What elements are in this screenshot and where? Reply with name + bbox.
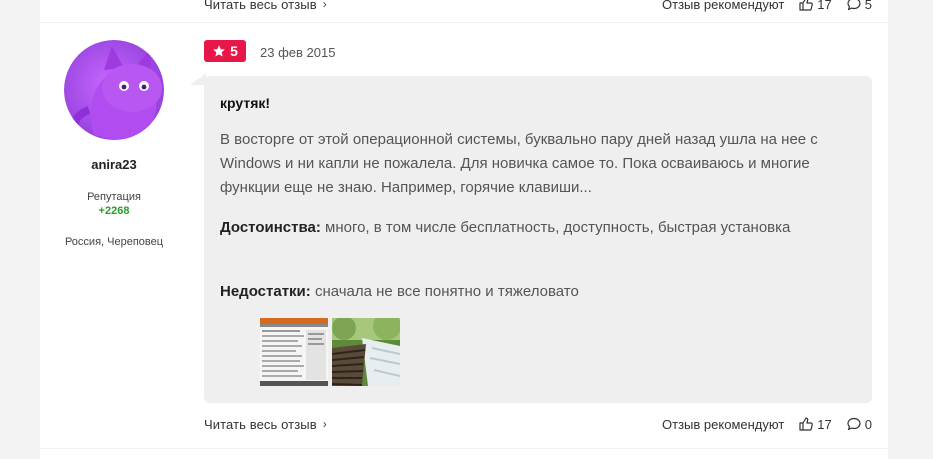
chevron-right-icon: ›	[322, 417, 327, 431]
read-more-link[interactable]: Читать весь отзыв ›	[204, 417, 327, 432]
review-body: крутяк! В восторге от этой операционной …	[204, 76, 872, 403]
avatar[interactable]	[64, 40, 164, 140]
footer-stats: Отзыв рекомендуют 17 0	[662, 416, 872, 432]
review-text: В восторге от этой операционной системы,…	[220, 131, 818, 196]
reputation-label: Репутация	[87, 191, 141, 203]
comment-icon	[847, 417, 861, 431]
cat-avatar-image	[64, 40, 164, 140]
prev-recommend-label: Отзыв рекомендуют	[662, 0, 785, 12]
prev-read-more-label: Читать весь отзыв	[204, 0, 317, 12]
pros-label: Достоинства:	[220, 219, 321, 236]
recommend-label: Отзыв рекомендуют	[662, 416, 785, 432]
star-icon	[213, 45, 225, 57]
cons-text: сначала не все понятно и тяжеловато	[314, 283, 579, 300]
comment-icon	[847, 0, 861, 11]
prev-likes-button[interactable]: 17	[798, 0, 832, 12]
prev-comments-button[interactable]: 5	[846, 0, 872, 12]
review-date: 23 фев 2015	[260, 45, 336, 60]
likes-button[interactable]: 17	[798, 416, 832, 432]
previous-review-footer: Читать весь отзыв › Отзыв рекомендуют 17…	[204, 0, 872, 14]
prev-comments-count: 5	[864, 0, 872, 12]
comments-button[interactable]: 0	[846, 416, 872, 432]
next-review-card	[40, 449, 888, 459]
review-cons: Недостатки: сначала не все понятно и тяж…	[220, 280, 832, 304]
thumbs-up-icon	[799, 417, 814, 431]
username[interactable]: anira23	[40, 157, 188, 172]
waterfall-photo-thumbnail[interactable]	[332, 318, 400, 386]
screenshot-thumbnail[interactable]	[260, 318, 328, 386]
prev-footer-stats: Отзыв рекомендуют 17 5	[662, 0, 872, 12]
prev-likes-count: 17	[817, 0, 832, 12]
rating-value: 5	[230, 43, 238, 59]
pros-text: много, в том числе бесплатность, доступн…	[325, 219, 791, 236]
prev-read-more-link[interactable]: Читать весь отзыв ›	[204, 0, 327, 12]
reputation-value: +2268	[98, 205, 130, 217]
review-title[interactable]: крутяк!	[220, 95, 270, 111]
chevron-right-icon: ›	[322, 0, 327, 11]
review-footer: Читать весь отзыв › Отзыв рекомендуют 17…	[204, 414, 872, 434]
read-more-label: Читать весь отзыв	[204, 416, 317, 432]
thumbs-up-icon	[799, 0, 814, 11]
review-card: anira23 Репутация +2268 Россия, Черепове…	[40, 23, 888, 448]
review-pros: Достоинства: много, в том числе бесплатн…	[220, 216, 832, 240]
comments-count: 0	[864, 416, 872, 432]
user-location: Россия, Череповец	[64, 236, 164, 248]
cons-label: Недостатки:	[220, 283, 311, 300]
previous-review-card: Читать весь отзыв › Отзыв рекомендуют 17…	[40, 0, 888, 22]
rating-badge: 5	[204, 40, 246, 62]
likes-count: 17	[817, 416, 832, 432]
